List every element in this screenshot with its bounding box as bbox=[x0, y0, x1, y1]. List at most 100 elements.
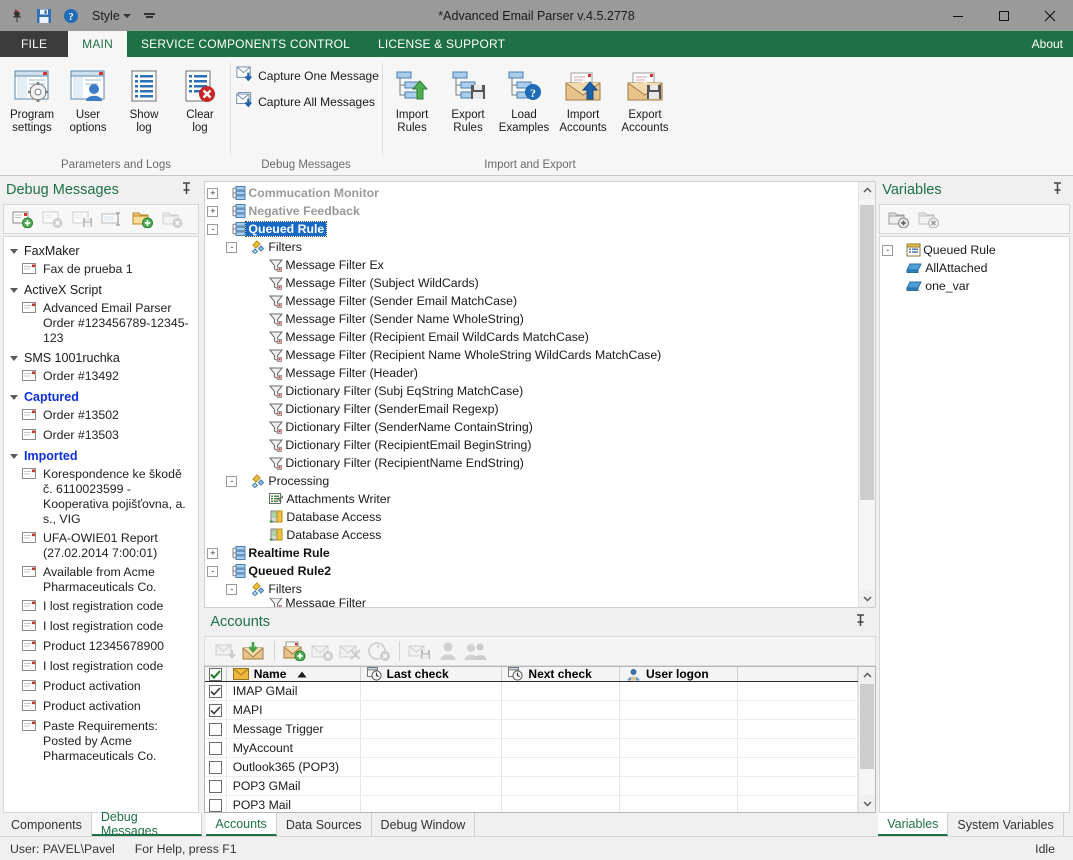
row-checkbox[interactable] bbox=[209, 722, 223, 736]
delete-account-icon[interactable] bbox=[310, 639, 336, 663]
accounts-scroll-track[interactable] bbox=[859, 684, 876, 795]
disable-account-icon[interactable] bbox=[338, 639, 364, 663]
tree-node[interactable]: Database Access bbox=[207, 526, 858, 544]
debug-message-item[interactable]: I lost registration code bbox=[4, 657, 198, 677]
column-header-user-logon[interactable]: User logon bbox=[620, 667, 739, 681]
clear-log-button[interactable]: Clear log bbox=[172, 62, 228, 135]
tree-node[interactable]: Dictionary Filter (SenderName ContainStr… bbox=[207, 418, 858, 436]
pin-icon[interactable] bbox=[7, 6, 27, 26]
receive-all-icon[interactable] bbox=[241, 639, 267, 663]
debug-message-item[interactable]: Available from Acme Pharmaceuticals Co. bbox=[4, 563, 198, 597]
row-checkbox-cell[interactable] bbox=[205, 758, 227, 776]
row-checkbox[interactable] bbox=[209, 798, 223, 812]
tree-node[interactable]: Dictionary Filter (RecipientEmail BeginS… bbox=[207, 436, 858, 454]
debug-message-item[interactable]: Product 12345678900 bbox=[4, 637, 198, 657]
scroll-down-icon[interactable] bbox=[859, 590, 876, 607]
tab-debug-messages[interactable]: Debug Messages bbox=[91, 810, 203, 838]
rules-tree-scrollbar[interactable] bbox=[858, 182, 876, 607]
tab-main[interactable]: MAIN bbox=[68, 31, 127, 57]
debug-message-item[interactable]: I lost registration code bbox=[4, 617, 198, 637]
add-account-icon[interactable] bbox=[282, 639, 308, 663]
debug-group-imported[interactable]: Imported bbox=[4, 446, 198, 465]
tab-license-support[interactable]: LICENSE & SUPPORT bbox=[364, 31, 519, 57]
tree-node[interactable]: + Negative Feedback bbox=[207, 202, 858, 220]
accounts-scroll-up-icon[interactable] bbox=[859, 667, 876, 684]
variables-tree[interactable]: - Queued Rule AllAttached one_var bbox=[879, 236, 1070, 813]
tree-expander-icon[interactable]: + bbox=[207, 187, 219, 199]
delete-folder-icon[interactable] bbox=[160, 207, 186, 231]
pin-variables-panel-icon[interactable] bbox=[1048, 181, 1067, 199]
users-icon[interactable] bbox=[463, 639, 489, 663]
debug-group-faxmaker[interactable]: FaxMaker bbox=[4, 241, 198, 260]
capture-one-message-button[interactable]: Capture One Message bbox=[233, 63, 385, 89]
reset-account-icon[interactable] bbox=[366, 639, 392, 663]
show-log-button[interactable]: Show log bbox=[116, 62, 172, 135]
tree-node[interactable]: Message Filter (Recipient Email WildCard… bbox=[207, 328, 858, 346]
user-options-button[interactable]: User options bbox=[60, 62, 116, 135]
tree-node[interactable]: - Filters bbox=[207, 580, 858, 598]
tree-expander-icon[interactable]: - bbox=[882, 244, 894, 256]
about-link[interactable]: About bbox=[1022, 31, 1073, 57]
debug-message-item[interactable]: Order #13503 bbox=[4, 426, 198, 446]
table-row[interactable]: Message Trigger bbox=[205, 720, 859, 739]
tree-node[interactable]: - Filters bbox=[207, 238, 858, 256]
column-header-select-all[interactable] bbox=[738, 667, 859, 681]
tree-expander-icon[interactable]: - bbox=[226, 475, 238, 487]
debug-message-item[interactable]: Paste Requirements: Posted by Acme Pharm… bbox=[4, 717, 198, 766]
accounts-grid[interactable]: Name Last check Next check User logon IM… bbox=[205, 667, 859, 812]
table-row[interactable]: POP3 GMail bbox=[205, 777, 859, 796]
tree-node[interactable]: Message Filter (Recipient Name WholeStri… bbox=[207, 346, 858, 364]
tree-node[interactable]: Dictionary Filter (RecipientName EndStri… bbox=[207, 454, 858, 472]
style-dropdown[interactable]: Style bbox=[92, 9, 131, 23]
tree-expander-icon[interactable]: - bbox=[226, 241, 238, 253]
debug-group-captured[interactable]: Captured bbox=[4, 387, 198, 406]
delete-message-icon[interactable] bbox=[40, 207, 66, 231]
tab-variables[interactable]: Variables bbox=[878, 813, 949, 836]
debug-message-item[interactable]: Fax de prueba 1 bbox=[4, 260, 198, 280]
save-message-icon[interactable] bbox=[70, 207, 96, 231]
table-row[interactable]: MAPI bbox=[205, 701, 859, 720]
tree-node[interactable]: - Queued Rule bbox=[207, 220, 858, 238]
row-checkbox[interactable] bbox=[209, 684, 223, 698]
user-icon[interactable] bbox=[435, 639, 461, 663]
column-header-name[interactable]: Name bbox=[227, 667, 361, 681]
tree-node[interactable]: + Realtime Rule bbox=[207, 544, 858, 562]
tree-node[interactable]: Message Filter (Header) bbox=[207, 364, 858, 382]
row-checkbox[interactable] bbox=[209, 779, 223, 793]
variable-node[interactable]: one_var bbox=[882, 277, 1067, 295]
help-icon[interactable]: ? bbox=[61, 6, 81, 26]
tab-service-components-control[interactable]: SERVICE COMPONENTS CONTROL bbox=[127, 31, 364, 57]
tree-node[interactable]: Message Filter Ex bbox=[207, 256, 858, 274]
capture-all-messages-button[interactable]: Capture All Messages bbox=[233, 89, 381, 115]
tree-expander-icon[interactable]: - bbox=[207, 565, 219, 577]
scroll-track[interactable] bbox=[859, 199, 876, 590]
tab-debug-window[interactable]: Debug Window bbox=[372, 813, 476, 836]
accounts-scroll-thumb[interactable] bbox=[860, 684, 875, 769]
accounts-scroll-down-icon[interactable] bbox=[859, 795, 876, 812]
import-rules-button[interactable]: Import Rules bbox=[384, 62, 440, 135]
import-accounts-button[interactable]: Import Accounts bbox=[552, 62, 614, 135]
tree-node[interactable]: Message Filter (Sender Email MatchCase) bbox=[207, 292, 858, 310]
tree-node[interactable]: Message Filter (Subject WildCards) bbox=[207, 274, 858, 292]
table-row[interactable]: POP3 Mail bbox=[205, 796, 859, 812]
receive-mail-icon[interactable] bbox=[213, 639, 239, 663]
row-checkbox-cell[interactable] bbox=[205, 682, 227, 700]
row-checkbox[interactable] bbox=[209, 760, 223, 774]
debug-message-item[interactable]: Product activation bbox=[4, 697, 198, 717]
tree-expander-icon[interactable]: - bbox=[207, 223, 219, 235]
variables-root-node[interactable]: - Queued Rule bbox=[882, 241, 1067, 259]
debug-group-activex-script[interactable]: ActiveX Script bbox=[4, 280, 198, 299]
program-settings-button[interactable]: Program settings bbox=[4, 62, 60, 135]
tree-node[interactable]: + Commucation Monitor bbox=[207, 184, 858, 202]
tree-expander-icon[interactable]: + bbox=[207, 547, 219, 559]
pin-panel-icon[interactable] bbox=[177, 181, 196, 199]
column-header-select-all[interactable] bbox=[205, 667, 227, 681]
debug-group-sms-1001ruchka[interactable]: SMS 1001ruchka bbox=[4, 348, 198, 367]
scroll-thumb[interactable] bbox=[860, 205, 875, 500]
export-accounts-button[interactable]: Export Accounts bbox=[614, 62, 676, 135]
rules-tree[interactable]: + Commucation Monitor + Negative Feedback… bbox=[205, 182, 858, 607]
debug-message-item[interactable]: UFA-OWIE01 Report (27.02.2014 7:00:01) bbox=[4, 529, 198, 563]
row-checkbox-cell[interactable] bbox=[205, 739, 227, 757]
debug-message-item[interactable]: Order #13492 bbox=[4, 367, 198, 387]
tree-node[interactable]: Dictionary Filter (Subj EqString MatchCa… bbox=[207, 382, 858, 400]
